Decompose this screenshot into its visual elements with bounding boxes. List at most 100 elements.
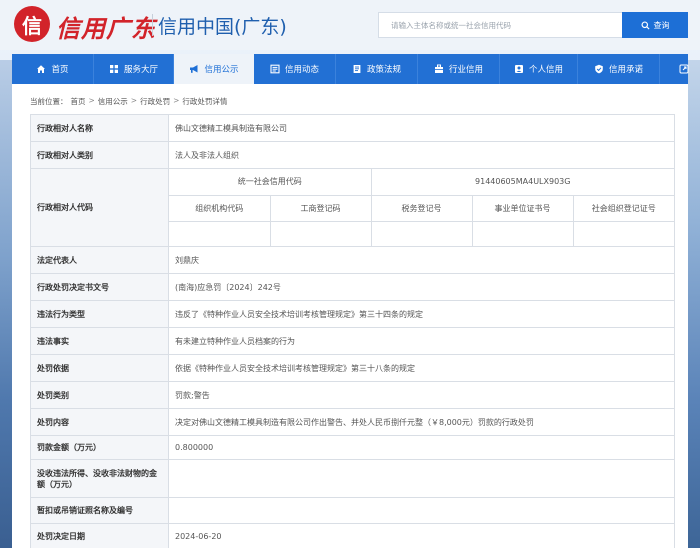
row-value: 刘鼎庆 [168, 246, 675, 274]
breadcrumb-separator: > [88, 96, 95, 105]
table-row: 暂扣或吊销证照名称及编号 [30, 497, 675, 524]
uscc-label: 统一社会信用代码 [169, 169, 372, 196]
search-icon [640, 20, 650, 30]
nav-label: 首页 [51, 65, 69, 75]
table-row: 行政相对人名称 佛山文德精工模具制造有限公司 [30, 114, 675, 142]
row-label: 行政相对人代码 [30, 168, 169, 247]
site-header: 信 信用广东 信用中国(广东) 查询 [0, 0, 700, 50]
subtable-row: 组织机构代码 工商登记码 税务登记号 事业单位证书号 社会组织登记证号 [169, 195, 674, 222]
row-label: 违法行为类型 [30, 300, 169, 328]
row-value: 有未建立特种作业人员档案的行为 [168, 327, 675, 355]
row-value: 2024-06-20 [168, 523, 675, 548]
news-icon [270, 64, 280, 74]
nav-label: 政策法规 [366, 65, 401, 75]
row-label: 违法事实 [30, 327, 169, 355]
row-value: 0.800000 [168, 435, 675, 460]
subcode-value [471, 221, 574, 246]
row-label: 处罚决定日期 [30, 523, 169, 548]
nav-item-credit-news[interactable]: 信用动态 [254, 54, 336, 84]
row-value: (南海)应急罚〔2024〕242号 [168, 273, 675, 301]
subcode-value [169, 221, 271, 246]
table-row: 处罚依据 依据《特种作业人员安全技术培训考核管理规定》第三十八条的规定 [30, 354, 675, 382]
table-row: 没收违法所得、没收非法财物的金额（万元） [30, 459, 675, 498]
table-row: 处罚类别 罚款;警告 [30, 381, 675, 409]
row-value: 违反了《特种作业人员安全技术培训考核管理规定》第三十四条的规定 [168, 300, 675, 328]
external-icon [679, 64, 689, 74]
row-value [168, 497, 675, 524]
home-icon [37, 65, 46, 73]
row-value: 依据《特种作业人员安全技术培训考核管理规定》第三十八条的规定 [168, 354, 675, 382]
subcode-header: 工商登记码 [269, 195, 372, 222]
subcode-header: 社会组织登记证号 [572, 195, 674, 222]
subtable-row: 统一社会信用代码 91440605MA4ULX903G [169, 169, 674, 196]
row-label: 处罚类别 [30, 381, 169, 409]
search-button-label: 查询 [653, 20, 670, 30]
table-row: 处罚决定日期 2024-06-20 [30, 523, 675, 548]
nav-label: 行业信用 [448, 65, 483, 75]
row-value: 罚款;警告 [168, 381, 675, 409]
nav-item-external[interactable] [660, 54, 700, 84]
nav-item-home[interactable]: 首页 [12, 54, 94, 84]
row-value [168, 459, 675, 498]
row-value: 法人及非法人组织 [168, 141, 675, 169]
logo-icon[interactable]: 信 [14, 6, 50, 42]
table-row: 违法行为类型 违反了《特种作业人员安全技术培训考核管理规定》第三十四条的规定 [30, 300, 675, 328]
nav-item-credit-commitment[interactable]: 信用承诺 [578, 54, 660, 84]
row-label: 行政处罚决定书文号 [30, 273, 169, 301]
subcode-value [572, 221, 674, 246]
person-icon [514, 65, 523, 73]
policy-icon [353, 65, 361, 73]
search-input[interactable] [378, 12, 622, 38]
nav-label: 信用公示 [204, 65, 239, 75]
table-row: 行政处罚决定书文号 (南海)应急罚〔2024〕242号 [30, 273, 675, 301]
search-button[interactable]: 查询 [622, 12, 688, 38]
code-subtable: 统一社会信用代码 91440605MA4ULX903G 组织机构代码 工商登记码… [169, 169, 674, 246]
row-label: 处罚依据 [30, 354, 169, 382]
grid-icon [109, 65, 118, 73]
announce-icon [190, 65, 198, 73]
logo-mark-char: 信 [22, 13, 42, 38]
breadcrumb-separator: > [173, 96, 180, 105]
nav-item-policy[interactable]: 政策法规 [336, 54, 418, 84]
industry-icon [434, 64, 443, 73]
shield-icon [595, 64, 603, 74]
nav-item-credit-publicity[interactable]: 信用公示 [174, 54, 254, 84]
nav-item-service-hall[interactable]: 服务大厅 [94, 54, 174, 84]
main-nav: 首页 服务大厅 信用公示 信用动态 政策法规 行业信用 个人信用 信用承诺 [12, 54, 689, 84]
code-subtable-cell: 统一社会信用代码 91440605MA4ULX903G 组织机构代码 工商登记码… [168, 168, 675, 247]
subtable-row [169, 221, 674, 246]
penalty-detail-table: 行政相对人名称 佛山文德精工模具制造有限公司 行政相对人类别 法人及非法人组织 … [30, 114, 675, 548]
table-row: 行政相对人类别 法人及非法人组织 [30, 141, 675, 169]
row-label: 行政相对人名称 [30, 114, 169, 142]
breadcrumb-link-penalty[interactable]: 行政处罚 [140, 96, 170, 107]
logo-divider [152, 14, 153, 36]
row-label: 没收违法所得、没收非法财物的金额（万元） [30, 459, 169, 498]
nav-item-industry-credit[interactable]: 行业信用 [418, 54, 500, 84]
row-value: 佛山文德精工模具制造有限公司 [168, 114, 675, 142]
row-label: 暂扣或吊销证照名称及编号 [30, 497, 169, 524]
table-row: 行政相对人代码 统一社会信用代码 91440605MA4ULX903G 组织机构… [30, 168, 675, 247]
nav-label: 信用承诺 [608, 65, 643, 75]
table-row: 处罚内容 决定对佛山文德精工模具制造有限公司作出警告、并处人民币捌仟元整（￥8,… [30, 408, 675, 436]
row-label: 行政相对人类别 [30, 141, 169, 169]
subcode-header: 税务登记号 [370, 195, 473, 222]
subcode-header: 组织机构代码 [169, 195, 271, 222]
row-label: 处罚内容 [30, 408, 169, 436]
breadcrumb-current: 行政处罚详情 [182, 97, 228, 106]
nav-label: 服务大厅 [123, 65, 158, 75]
nav-item-personal-credit[interactable]: 个人信用 [500, 54, 578, 84]
logo-subtitle[interactable]: 信用中国(广东) [158, 12, 287, 39]
table-row: 罚款金额（万元） 0.800000 [30, 435, 675, 460]
row-value: 决定对佛山文德精工模具制造有限公司作出警告、并处人民币捌仟元整（￥8,000元）… [168, 408, 675, 436]
main-content: 当前位置： 首页 > 信用公示 > 行政处罚 > 行政处罚详情 行政相对人名称 … [12, 84, 688, 548]
breadcrumb-link-credit-publicity[interactable]: 信用公示 [98, 96, 128, 107]
subcode-value [370, 221, 473, 246]
breadcrumb-prefix: 当前位置： [30, 97, 68, 106]
breadcrumb-link-home[interactable]: 首页 [71, 96, 86, 107]
nav-label: 信用动态 [284, 65, 319, 75]
logo-script-text[interactable]: 信用广东 [56, 9, 156, 44]
row-label: 法定代表人 [30, 246, 169, 274]
nav-label: 个人信用 [528, 65, 563, 75]
breadcrumb: 当前位置： 首页 > 信用公示 > 行政处罚 > 行政处罚详情 [30, 96, 227, 107]
breadcrumb-separator: > [130, 96, 138, 105]
